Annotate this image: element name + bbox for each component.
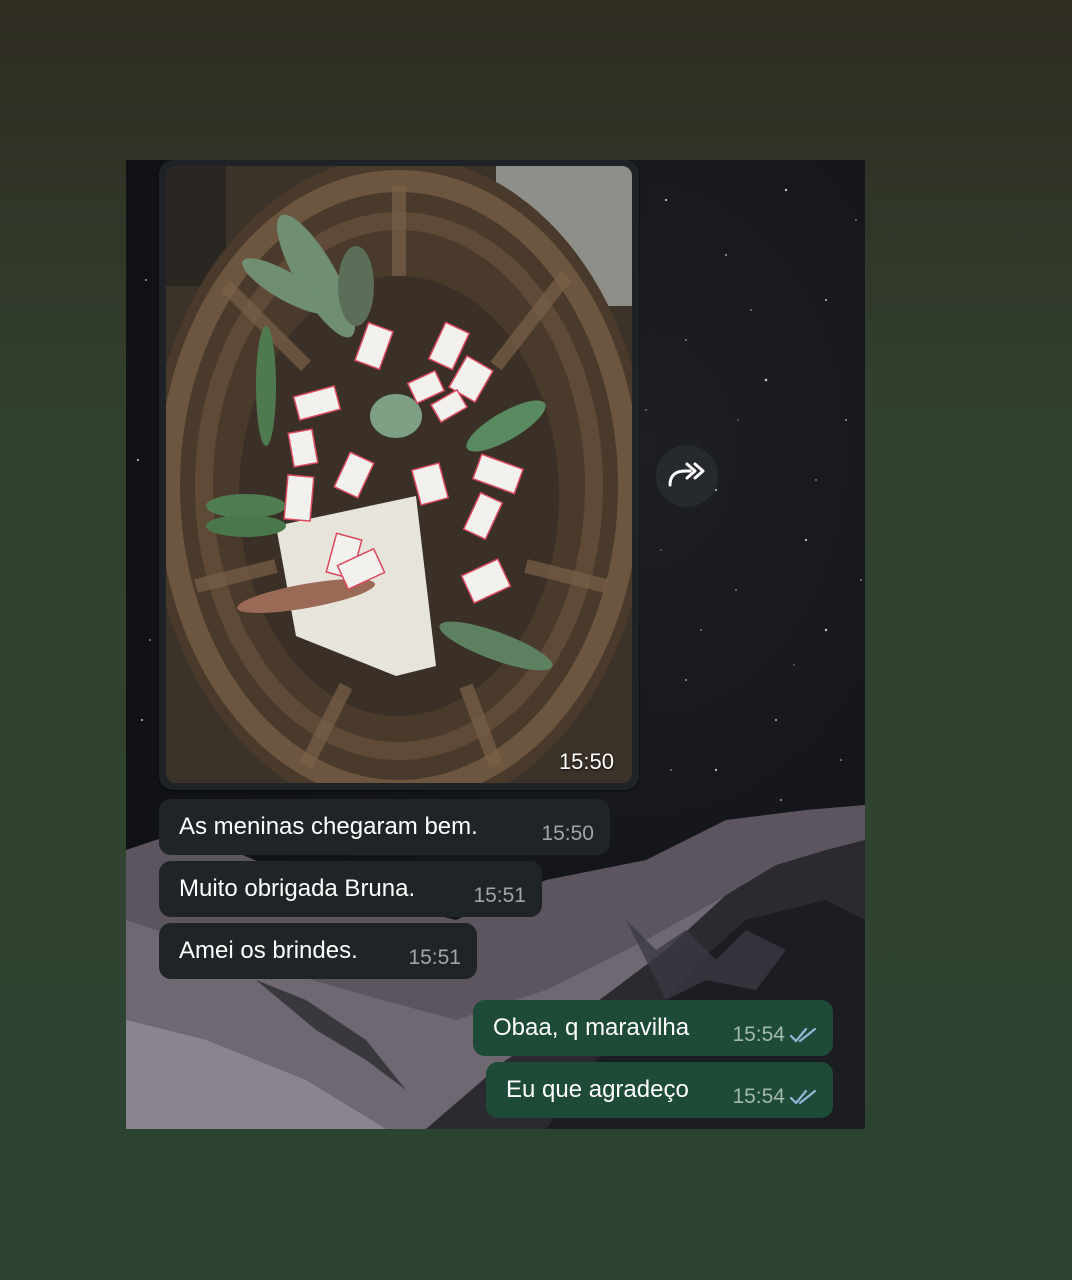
double-check-icon — [789, 1089, 817, 1105]
message-incoming[interactable]: As meninas chegaram bem. 15:50 — [159, 799, 610, 855]
message-outgoing[interactable]: Obaa, q maravilha 15:54 — [473, 1000, 833, 1056]
basket-image — [166, 166, 632, 783]
message-time: 15:54 — [732, 1085, 785, 1108]
message-incoming[interactable]: Amei os brindes. 15:51 — [159, 923, 477, 979]
message-text: Amei os brindes. — [179, 937, 358, 964]
message-time: 15:50 — [541, 822, 594, 845]
double-check-icon — [789, 1027, 817, 1043]
forward-button[interactable] — [656, 445, 718, 507]
message-text: Eu que agradeço — [506, 1076, 689, 1103]
chat-screenshot: 15:50 As meninas chegaram bem. 15:50 Mui… — [126, 160, 865, 1129]
forward-icon — [668, 462, 705, 487]
message-time: 15:51 — [408, 946, 461, 969]
photo-message[interactable]: 15:50 — [159, 160, 639, 790]
message-time: 15:51 — [473, 884, 526, 907]
message-outgoing[interactable]: Eu que agradeço 15:54 — [486, 1062, 833, 1118]
message-text: Muito obrigada Bruna. — [179, 875, 416, 902]
message-incoming[interactable]: Muito obrigada Bruna. 15:51 — [159, 861, 542, 917]
photo-timestamp: 15:50 — [558, 749, 614, 774]
succulents-basket-photo[interactable]: 15:50 — [166, 166, 632, 783]
message-time: 15:54 — [732, 1023, 785, 1046]
message-text: Obaa, q maravilha — [493, 1014, 690, 1041]
message-text: As meninas chegaram bem. — [179, 813, 478, 840]
